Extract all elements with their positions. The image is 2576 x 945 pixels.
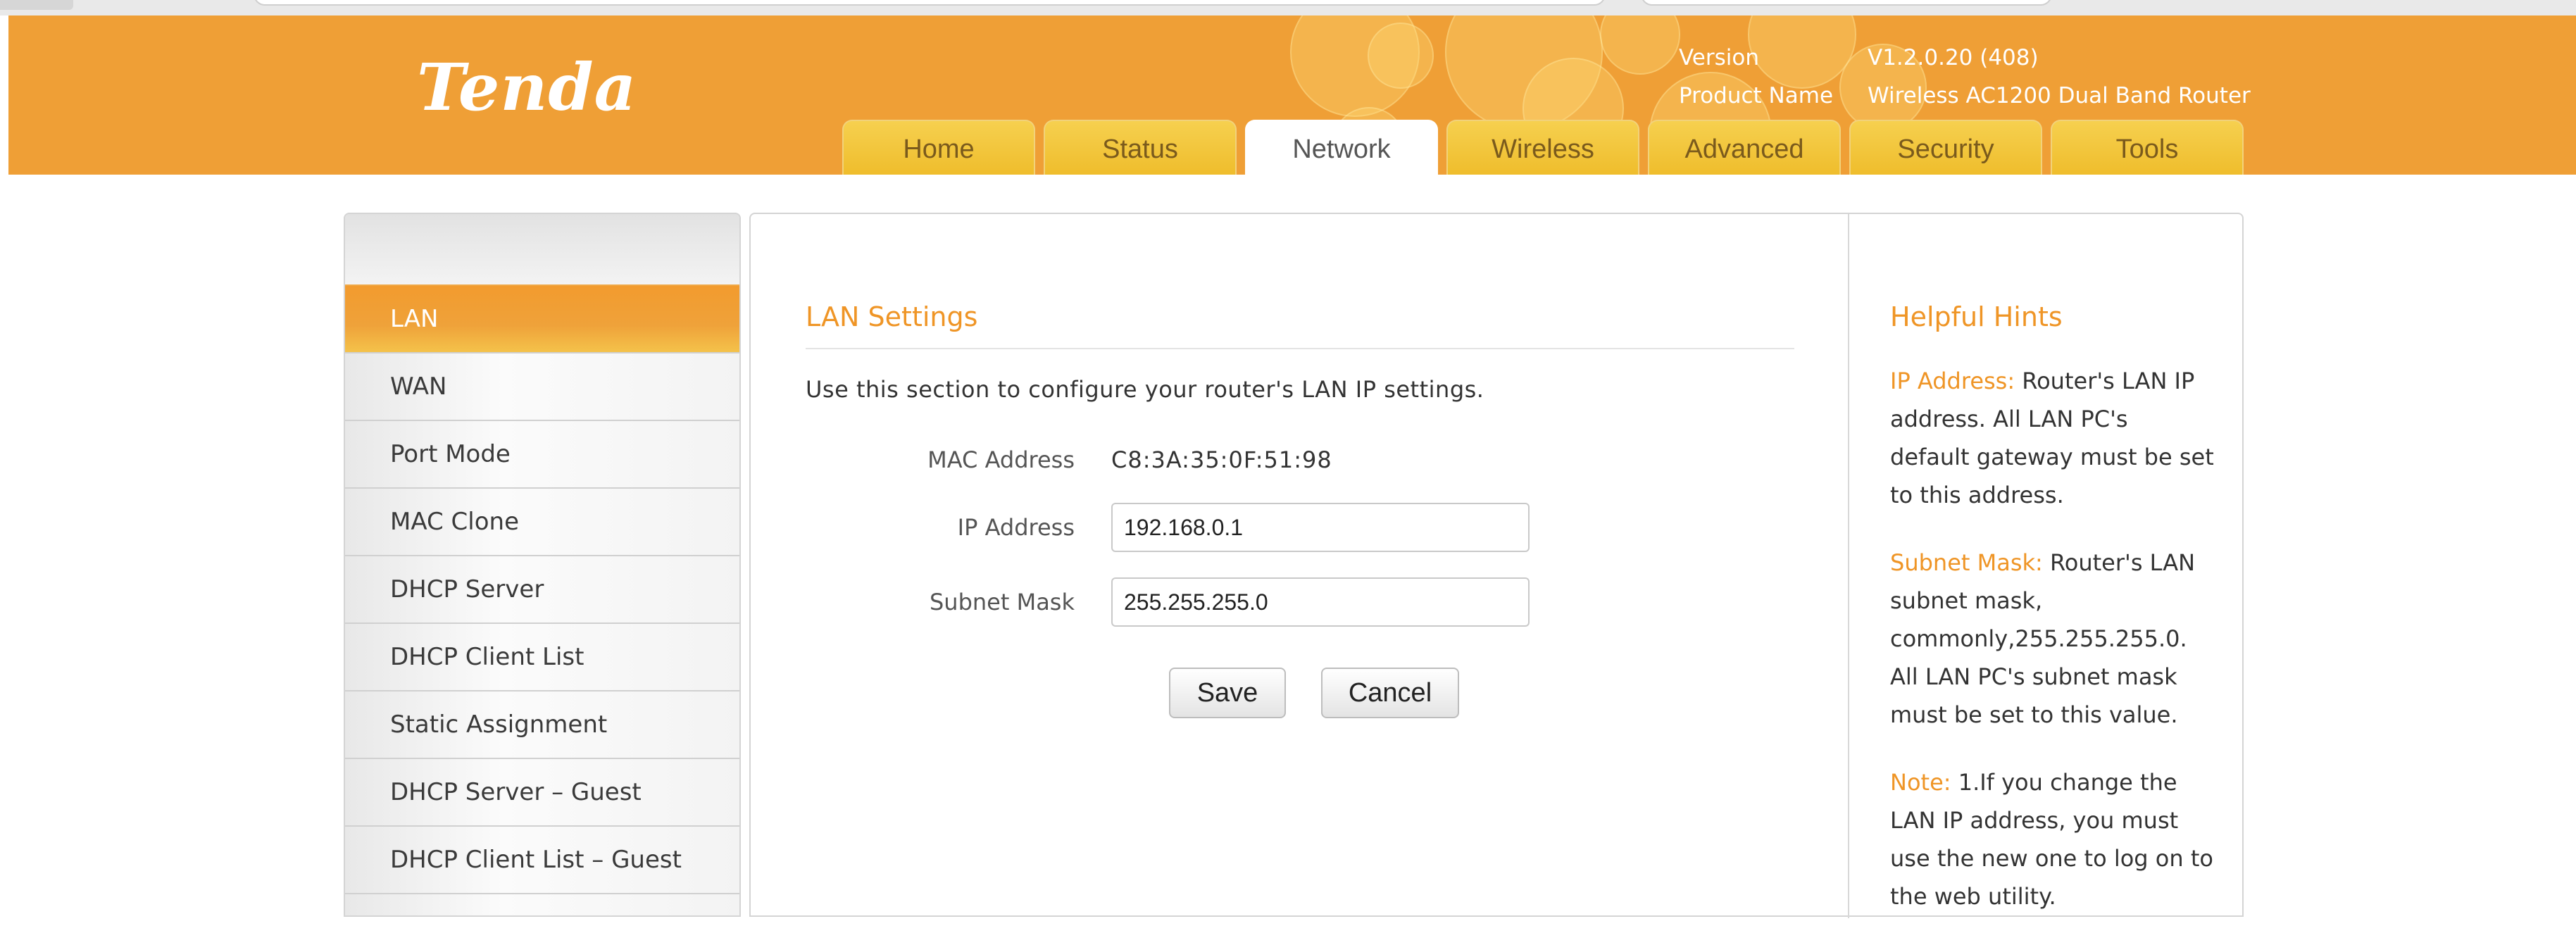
ip-address-input[interactable]: 192.168.0.1 [1111, 503, 1530, 552]
sidebar-item-wan[interactable]: WAN [345, 352, 739, 420]
hint-mask-text: Router's LAN subnet mask, commonly,255.2… [1890, 549, 2196, 728]
browser-tab-stub[interactable] [0, 0, 73, 10]
page-title: LAN Settings [806, 301, 978, 332]
sidebar-item-static-assignment[interactable]: Static Assignment [345, 690, 739, 758]
hints-divider [1848, 214, 1849, 918]
hint-mask-key: Subnet Mask: [1890, 549, 2043, 576]
hints-title: Helpful Hints [1890, 301, 2063, 332]
version-label: Version [1679, 45, 1759, 70]
tenda-logo: Tenda [417, 49, 637, 125]
tab-wireless[interactable]: Wireless [1446, 120, 1639, 175]
product-name-value: Wireless AC1200 Dual Band Router [1868, 83, 2251, 108]
tab-home[interactable]: Home [842, 120, 1035, 175]
sidebar-item-more[interactable] [345, 893, 739, 915]
product-name-row: Product Name Wireless AC1200 Dual Band Ro… [1679, 83, 2251, 108]
lan-settings-panel: LAN Settings Use this section to configu… [749, 213, 2244, 918]
sidebar-item-dhcp-client-list-guest[interactable]: DHCP Client List – Guest [345, 825, 739, 893]
hint-ip-address: IP Address: Router's LAN IP address. All… [1890, 362, 2214, 514]
hint-ip-key: IP Address: [1890, 368, 2015, 394]
sidebar-item-dhcp-client-list[interactable]: DHCP Client List [345, 622, 739, 690]
hint-subnet-mask: Subnet Mask: Router's LAN subnet mask, c… [1890, 544, 2214, 734]
hint-note-key: Note: [1890, 769, 1951, 796]
sidebar-item-dhcp-server-guest[interactable]: DHCP Server – Guest [345, 758, 739, 825]
mac-address-value: C8:3A:35:0F:51:98 [1111, 446, 1332, 473]
product-name-label: Product Name [1679, 83, 1834, 108]
tab-status[interactable]: Status [1044, 120, 1237, 175]
hint-note: Note: 1.If you change the LAN IP address… [1890, 763, 2214, 915]
address-bar[interactable] [254, 0, 1606, 6]
sidebar-item-lan[interactable]: LAN [345, 284, 739, 352]
tab-security[interactable]: Security [1849, 120, 2042, 175]
tab-network[interactable]: Network [1245, 120, 1438, 175]
version-row: Version V1.2.0.20 (408) [1679, 45, 2039, 70]
main-nav-tabs: Home Status Network Wireless Advanced Se… [842, 120, 2244, 175]
network-sidebar: LAN WAN Port Mode MAC Clone DHCP Server … [344, 213, 741, 917]
subnet-mask-label: Subnet Mask [929, 589, 1075, 615]
helpful-hints: Helpful Hints IP Address: Router's LAN I… [1890, 301, 2214, 945]
section-description: Use this section to configure your route… [806, 376, 1484, 403]
ip-address-label: IP Address [957, 514, 1075, 541]
tab-advanced[interactable]: Advanced [1648, 120, 1841, 175]
sidebar-header [345, 214, 739, 284]
tab-tools[interactable]: Tools [2051, 120, 2244, 175]
browser-search-bar[interactable] [1641, 0, 2052, 6]
sidebar-item-dhcp-server[interactable]: DHCP Server [345, 555, 739, 622]
browser-toolbar-strip [0, 0, 2576, 15]
version-value: V1.2.0.20 (408) [1868, 45, 2039, 70]
save-button[interactable]: Save [1169, 668, 1286, 718]
sidebar-item-port-mode[interactable]: Port Mode [345, 420, 739, 487]
router-header: Tenda Version V1.2.0.20 (408) Product Nam… [8, 15, 2576, 175]
sidebar-item-mac-clone[interactable]: MAC Clone [345, 487, 739, 555]
mac-address-label: MAC Address [927, 446, 1075, 473]
cancel-button[interactable]: Cancel [1321, 668, 1459, 718]
title-divider [806, 348, 1794, 349]
subnet-mask-input[interactable]: 255.255.255.0 [1111, 577, 1530, 627]
